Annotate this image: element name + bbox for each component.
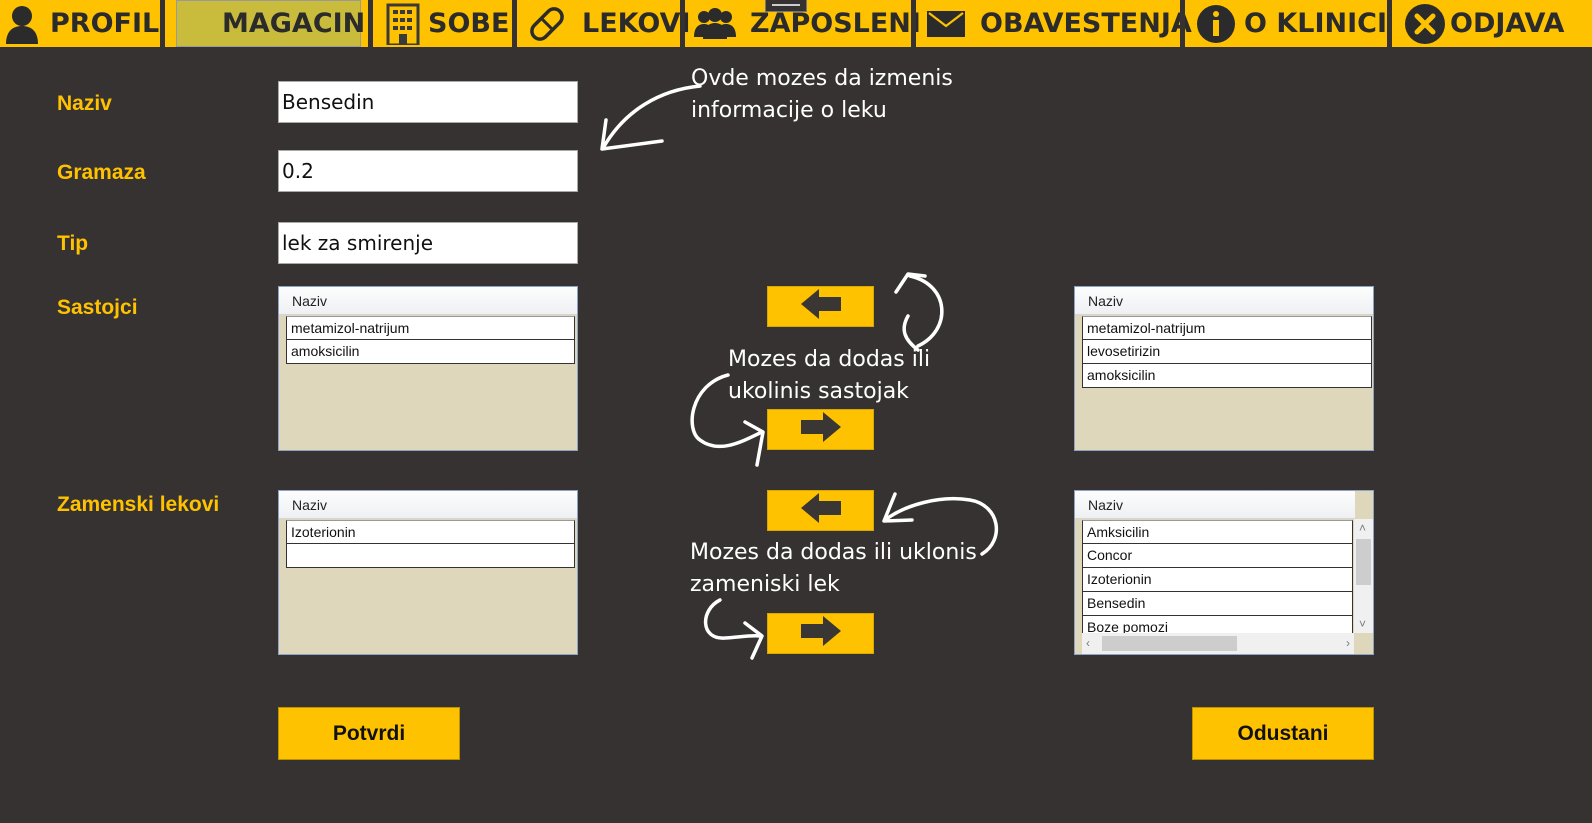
confirm-button[interactable]: Potvrdi [278, 707, 460, 760]
arrow-to-add-zamenski-icon [883, 496, 999, 556]
arrow-to-inputs-icon [601, 84, 702, 150]
arrow-to-remove-sastojak-icon [690, 373, 764, 449]
cancel-button[interactable]: Odustani [1192, 707, 1374, 760]
arrow-to-add-sastojak-icon [908, 274, 944, 348]
arrow-to-remove-zamenski-icon [703, 598, 762, 640]
hand-drawn-arrows [600, 84, 999, 660]
